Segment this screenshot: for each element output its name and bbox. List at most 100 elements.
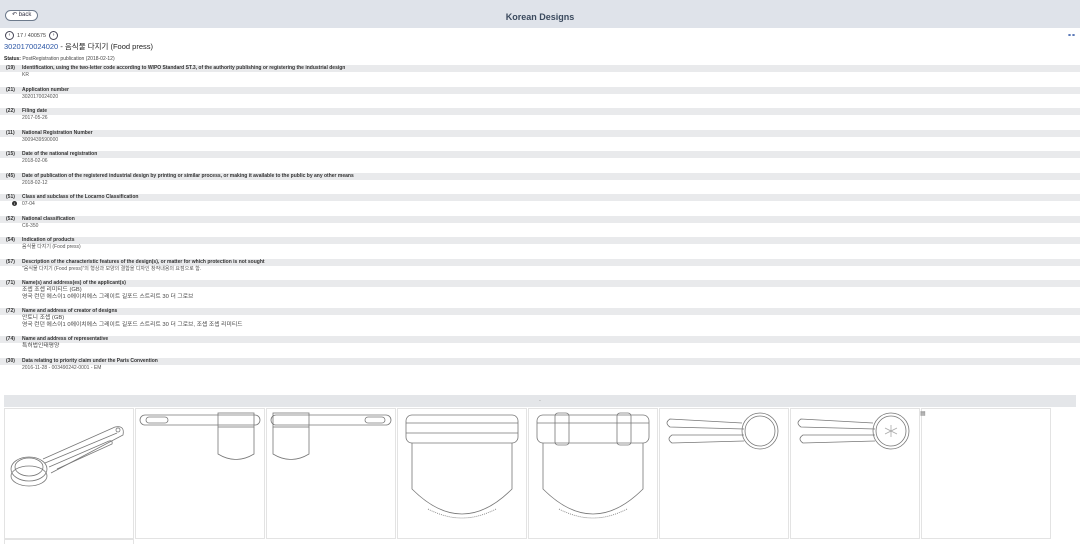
field-value-text: 음식물 다지기 (Food press) <box>22 244 81 250</box>
food-press-front-drawing <box>405 414 519 519</box>
design-thumbnail-broken[interactable] <box>921 408 1051 539</box>
field-header: (22) Filing date <box>0 108 1080 115</box>
design-thumbnail[interactable] <box>528 408 658 539</box>
design-thumbnail[interactable] <box>659 408 789 539</box>
record-number-link[interactable]: 3020170024020 <box>4 42 58 51</box>
field-value: "음식물 다지기 (Food press)"의 형상과 모양의 결합을 디자인 … <box>0 266 1080 273</box>
design-thumbnail[interactable] <box>4 408 134 539</box>
share-icon[interactable]: ⚭⚭ <box>1067 32 1076 39</box>
field-header: (54) Indication of products <box>0 237 1080 244</box>
field-header: (21) Application number <box>0 86 1080 94</box>
food-press-top-plan-drawing <box>666 412 779 450</box>
design-thumbnail[interactable] <box>397 408 527 539</box>
field-header: (51) Class and subclass of the Locarno Cl… <box>0 194 1080 201</box>
field-row: (74) Name and address of representative 특허… <box>0 336 1080 358</box>
field-label: Description of the characteristic featur… <box>22 258 265 265</box>
food-press-side-drawing <box>536 412 650 519</box>
field-value-text: 3020170024020 <box>22 93 59 100</box>
field-header: (45) Date of publication of the registere… <box>0 172 1080 180</box>
field-row: (54) Indication of products 음식물 다지기 (Food … <box>0 237 1080 259</box>
field-label: Identification, using the two-letter cod… <box>22 65 346 71</box>
field-header: (72) Name and address of creator of desig… <box>0 308 1080 315</box>
food-press-perspective-drawing <box>10 426 124 487</box>
food-press-bottom-drawing <box>270 412 392 460</box>
field-row: (52) National classification C6-350 <box>0 215 1080 238</box>
field-value: 음식물 다지기 (Food press) <box>0 244 1080 251</box>
field-value-text: 07-04 <box>22 201 35 207</box>
field-row: (51) Class and subclass of the Locarno Cl… <box>0 194 1080 216</box>
field-value-address: 영국 런던 에스이1 0에이치에스 그레이트 길포드 스트리트 30 더 그로브… <box>22 322 243 328</box>
top-bar: ↶ back Korean Designs <box>0 0 1080 28</box>
field-row: (19) Identification, using the two-letter… <box>0 65 1080 87</box>
image-thumbnails <box>4 408 1051 539</box>
status-label: Status: <box>4 56 21 62</box>
field-label: Indication of products <box>22 237 75 243</box>
field-value: 3009439590000 <box>0 137 1080 144</box>
pager: ‹ 17 / 400575 › <box>5 31 59 40</box>
pager-count: 17 / 400575 <box>17 32 47 39</box>
design-thumbnail[interactable] <box>266 408 396 539</box>
field-code: (30) <box>6 357 15 364</box>
field-code: (52) <box>6 215 15 222</box>
field-code: (11) <box>6 129 15 136</box>
field-code: (57) <box>6 258 15 265</box>
broken-image-icon: ▦ <box>920 411 926 417</box>
field-value-text: C6-350 <box>22 222 39 229</box>
field-label: National Registration Number <box>22 129 93 136</box>
field-value-text: KR <box>22 72 29 78</box>
field-header: (19) Identification, using the two-letter… <box>0 65 1080 72</box>
status-value: PostRegistration publication (2018-02-12… <box>22 56 115 62</box>
field-code: (74) <box>6 336 15 342</box>
record-title: 3020170024020 - 음식물 다지기 (Food press) <box>4 41 153 52</box>
field-header: (74) Name and address of representative <box>0 336 1080 343</box>
field-label: National classification <box>22 215 75 222</box>
field-header: (15) Date of the national registration <box>0 151 1080 158</box>
field-row: (45) Date of publication of the registere… <box>0 172 1080 195</box>
field-value: KR <box>0 72 1080 79</box>
field-label: Filing date <box>22 108 47 114</box>
status-line: Status: PostRegistration publication (20… <box>4 56 115 62</box>
field-row: (72) Name and address of creator of desig… <box>0 308 1080 336</box>
field-header: (11) National Registration Number <box>0 129 1080 137</box>
record-separator: - <box>58 42 65 51</box>
field-label: Name(s) and address(es) of the applicant… <box>22 280 126 286</box>
next-thumbnail-row <box>4 539 134 544</box>
field-code: (51) <box>6 194 15 200</box>
field-label: Name and address of representative <box>22 336 109 342</box>
field-header: (57) Description of the characteristic fe… <box>0 258 1080 266</box>
field-label: Class and subclass of the Locarno Classi… <box>22 194 139 200</box>
field-row: (15) Date of the national registration 201… <box>0 151 1080 173</box>
field-code: (72) <box>6 308 15 314</box>
field-label: Data relating to priority claim under th… <box>22 357 158 364</box>
field-label: Name and address of creator of designs <box>22 308 118 314</box>
field-value: 3020170024020 <box>0 94 1080 101</box>
field-row: (57) Description of the characteristic fe… <box>0 258 1080 281</box>
info-icon[interactable]: i <box>12 201 17 206</box>
field-value-text: 특허법인태평양 <box>22 343 60 349</box>
bibliographic-fields: (19) Identification, using the two-letter… <box>0 65 1080 379</box>
field-code: (21) <box>6 86 15 93</box>
field-value-text: 조셉 조셉 리미티드 (GB) <box>22 287 82 293</box>
prev-record-button[interactable]: ‹ <box>5 31 14 40</box>
app-title: Korean Designs <box>505 12 575 22</box>
record-name: 음식물 다지기 (Food press) <box>64 42 153 51</box>
field-row: (22) Filing date 2017-05-26 <box>0 108 1080 130</box>
field-value-text: "음식물 다지기 (Food press)"의 형상과 모양의 결합을 디자인 … <box>22 265 202 272</box>
field-value-text: 2018-02-12 <box>22 179 48 186</box>
field-value-address: 영국 런던 에스이1 0에이치에스 그레이트 길포드 스트리트 30 더 그로브 <box>22 294 194 300</box>
next-record-button[interactable]: › <box>49 31 59 40</box>
field-code: (19) <box>6 65 15 71</box>
field-value: 조셉 조셉 리미티드 (GB) <box>0 287 1080 294</box>
field-code: (54) <box>6 237 15 243</box>
field-code: (15) <box>6 151 15 157</box>
field-label: Date of the national registration <box>22 151 98 157</box>
field-value: 2017-05-26 <box>0 115 1080 122</box>
field-code: (45) <box>6 172 15 179</box>
design-thumbnail[interactable] <box>790 408 920 539</box>
field-code: (71) <box>6 280 15 286</box>
field-value-text: 3009439590000 <box>22 136 59 143</box>
field-header: (30) Data relating to priority claim unde… <box>0 357 1080 365</box>
field-value: 특허법인태평양 <box>0 343 1080 350</box>
design-thumbnail[interactable] <box>135 408 265 539</box>
field-label: Date of publication of the registered in… <box>22 172 354 179</box>
